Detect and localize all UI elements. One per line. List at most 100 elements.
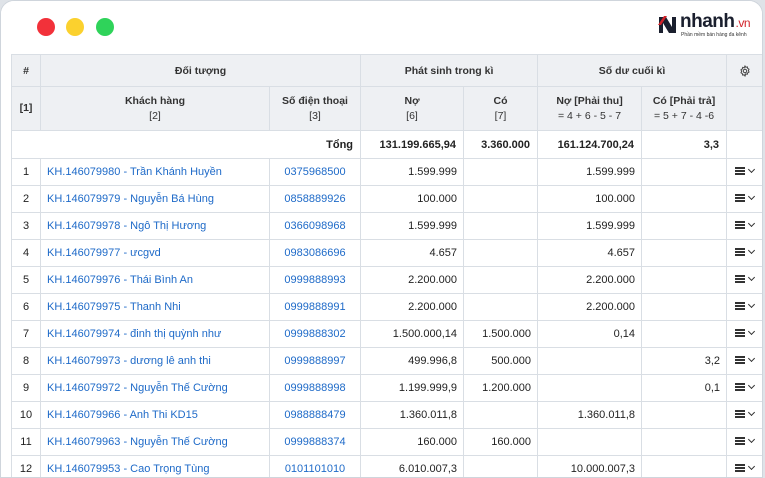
table-row[interactable]: 6 KH.146079975 - Thanh Nhi 0999888991 2.200…: [11, 293, 762, 321]
phone-link[interactable]: 0101101010: [268, 455, 362, 477]
customer-link[interactable]: KH.146079974 - đinh thị quỳnh như: [40, 320, 270, 348]
chevron-down-icon[interactable]: [747, 435, 756, 443]
menu-icon[interactable]: [735, 167, 746, 175]
row-index: 7: [11, 320, 41, 348]
chevron-down-icon[interactable]: [747, 246, 756, 254]
row-actions-button[interactable]: [726, 401, 762, 429]
table-row[interactable]: 1 KH.146079980 - Trần Khánh Huyền 03759685…: [11, 158, 762, 186]
phone-link[interactable]: 0983086696: [268, 239, 362, 267]
row-actions-button[interactable]: [726, 320, 762, 348]
row-actions-button[interactable]: [726, 455, 762, 477]
minimize-window-button[interactable]: [66, 18, 84, 36]
customer-link[interactable]: KH.146079953 - Cao Trọng Tùng: [40, 455, 270, 477]
row-actions-button[interactable]: [726, 293, 762, 321]
payable-value: [641, 455, 728, 477]
index-code-header: [1]: [11, 86, 41, 131]
chevron-down-icon[interactable]: [747, 219, 756, 227]
brand-logo: nhanh.vn Phần mềm bán hàng đa kênh: [656, 11, 752, 43]
table-row[interactable]: 8 KH.146079973 - dương lê anh thi 09998889…: [11, 347, 762, 375]
phone-link[interactable]: 0999888302: [268, 320, 362, 348]
credit-value: [463, 293, 539, 321]
row-actions-button[interactable]: [726, 185, 762, 213]
customer-link[interactable]: KH.146079963 - Nguyễn Thế Cường: [40, 428, 270, 456]
maximize-window-button[interactable]: [96, 18, 114, 36]
menu-icon[interactable]: [735, 194, 746, 202]
customer-link[interactable]: KH.146079975 - Thanh Nhi: [40, 293, 270, 321]
menu-icon[interactable]: [735, 383, 746, 391]
gear-icon[interactable]: [739, 64, 751, 77]
chevron-down-icon[interactable]: [747, 462, 756, 470]
phone-link[interactable]: 0375968500: [268, 158, 362, 186]
customer-link[interactable]: KH.146079972 - Nguyễn Thế Cường: [40, 374, 270, 402]
payable-header[interactable]: Có [Phải trả] = 5 + 7 - 4 -6: [641, 86, 728, 131]
menu-icon[interactable]: [735, 356, 746, 364]
debit-header[interactable]: Nợ [6]: [360, 86, 465, 131]
row-actions-button[interactable]: [726, 212, 762, 240]
phone-header[interactable]: Số điện thoại [3]: [268, 86, 362, 131]
phone-link[interactable]: 0999888374: [268, 428, 362, 456]
row-actions-button[interactable]: [726, 266, 762, 294]
close-window-button[interactable]: [37, 18, 55, 36]
row-actions-button[interactable]: [726, 374, 762, 402]
customer-link[interactable]: KH.146079978 - Ngô Thị Hương: [40, 212, 270, 240]
table-row[interactable]: 12 KH.146079953 - Cao Trọng Tùng 010110101…: [11, 455, 762, 477]
table-row[interactable]: 9 KH.146079972 - Nguyễn Thế Cường 09998889…: [11, 374, 762, 402]
period-group-header: Phát sinh trong kì: [360, 54, 539, 87]
menu-icon[interactable]: [735, 248, 746, 256]
chevron-down-icon[interactable]: [747, 192, 756, 200]
receivable-value: 2.200.000: [537, 266, 643, 294]
chevron-down-icon[interactable]: [747, 408, 756, 416]
payable-value: [641, 320, 728, 348]
menu-icon[interactable]: [735, 302, 746, 310]
phone-link[interactable]: 0999888998: [268, 374, 362, 402]
payable-value: [641, 239, 728, 267]
row-actions-button[interactable]: [726, 158, 762, 186]
menu-icon[interactable]: [735, 329, 746, 337]
menu-icon[interactable]: [735, 221, 746, 229]
debit-value: 1.500.000,14: [360, 320, 465, 348]
customer-link[interactable]: KH.146079973 - dương lê anh thi: [40, 347, 270, 375]
table-settings-button[interactable]: [726, 54, 762, 87]
menu-icon[interactable]: [735, 437, 746, 445]
row-actions-button[interactable]: [726, 428, 762, 456]
receivable-header[interactable]: Nợ [Phải thu] = 4 + 6 - 5 - 7: [537, 86, 643, 131]
menu-icon[interactable]: [735, 275, 746, 283]
credit-header[interactable]: Có [7]: [463, 86, 539, 131]
chevron-down-icon[interactable]: [747, 273, 756, 281]
table-row[interactable]: 11 KH.146079963 - Nguyễn Thế Cường 0999888…: [11, 428, 762, 456]
table-row[interactable]: 7 KH.146079974 - đinh thị quỳnh như 099988…: [11, 320, 762, 348]
customer-link[interactable]: KH.146079966 - Anh Thi KD15: [40, 401, 270, 429]
table-row[interactable]: 4 KH.146079977 - ưcgvd 0983086696 4.657 4.65…: [11, 239, 762, 267]
row-actions-button[interactable]: [726, 347, 762, 375]
receivable-value: 100.000: [537, 185, 643, 213]
row-index: 10: [11, 401, 41, 429]
customer-link[interactable]: KH.146079976 - Thái Bình An: [40, 266, 270, 294]
chevron-down-icon[interactable]: [747, 165, 756, 173]
menu-icon[interactable]: [735, 410, 746, 418]
menu-icon[interactable]: [735, 464, 746, 472]
customer-link[interactable]: KH.146079979 - Nguyễn Bá Hùng: [40, 185, 270, 213]
payable-value: [641, 185, 728, 213]
phone-link[interactable]: 0858889926: [268, 185, 362, 213]
customer-header[interactable]: Khách hàng [2]: [40, 86, 270, 131]
chevron-down-icon[interactable]: [747, 300, 756, 308]
customer-link[interactable]: KH.146079980 - Trần Khánh Huyền: [40, 158, 270, 186]
chevron-down-icon[interactable]: [747, 354, 756, 362]
row-actions-button[interactable]: [726, 239, 762, 267]
phone-link[interactable]: 0366098968: [268, 212, 362, 240]
phone-link[interactable]: 0988888479: [268, 401, 362, 429]
phone-link[interactable]: 0999888991: [268, 293, 362, 321]
receivable-value: 2.200.000: [537, 293, 643, 321]
debt-report-table: # Đối tượng Phát sinh trong kì Số dư cuố…: [10, 54, 762, 477]
payable-value: [641, 212, 728, 240]
table-row[interactable]: 10 KH.146079966 - Anh Thi KD15 0988888479 1…: [11, 401, 762, 429]
phone-link[interactable]: 0999888993: [268, 266, 362, 294]
phone-link[interactable]: 0999888997: [268, 347, 362, 375]
credit-value: [463, 158, 539, 186]
chevron-down-icon[interactable]: [747, 381, 756, 389]
customer-link[interactable]: KH.146079977 - ưcgvd: [40, 239, 270, 267]
table-row[interactable]: 2 KH.146079979 - Nguyễn Bá Hùng 0858889926…: [11, 185, 762, 213]
chevron-down-icon[interactable]: [747, 327, 756, 335]
table-row[interactable]: 5 KH.146079976 - Thái Bình An 0999888993 2.…: [11, 266, 762, 294]
table-row[interactable]: 3 KH.146079978 - Ngô Thị Hương 0366098968 1…: [11, 212, 762, 240]
